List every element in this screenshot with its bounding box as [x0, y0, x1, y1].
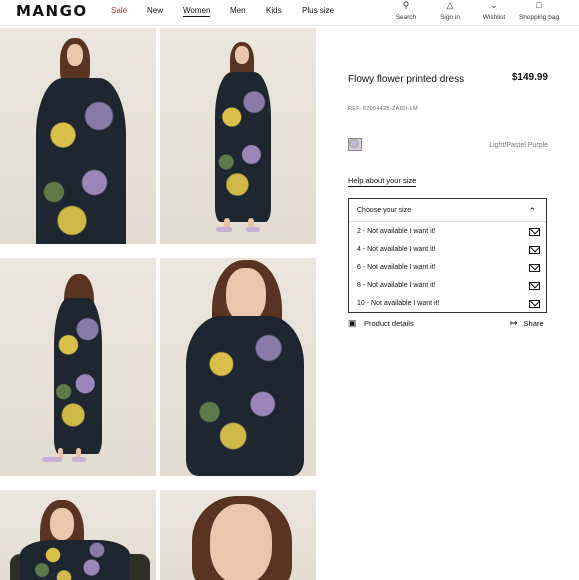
model-face: [50, 508, 74, 540]
shopping-bag-button[interactable]: □ Shopping bag: [511, 0, 567, 21]
color-swatch[interactable]: [348, 138, 362, 151]
product-photo-6[interactable]: [160, 490, 316, 580]
size-option[interactable]: 10 - Not available I want it!: [357, 299, 542, 311]
size-option-label: 8 - Not available I want it!: [357, 282, 436, 289]
logo[interactable]: MANGO: [16, 2, 88, 20]
product-photo-2[interactable]: [160, 28, 316, 244]
chevron-up-icon[interactable]: ⌃: [528, 206, 536, 217]
model-face: [210, 504, 272, 580]
mail-icon[interactable]: [529, 282, 540, 290]
share-label: Share: [523, 319, 544, 328]
size-option-label: 4 - Not available I want it!: [357, 246, 436, 253]
product-details-button[interactable]: ▣ Product details: [348, 318, 414, 329]
product-photo-1[interactable]: [0, 28, 156, 244]
model-dress: [36, 78, 126, 244]
model-dress: [215, 72, 271, 222]
size-option-label: 10 - Not available I want it!: [357, 300, 440, 307]
site-header: MANGO Sale New Women Men Kids Plus size …: [0, 0, 579, 26]
size-option-label: 6 - Not available I want it!: [357, 264, 436, 271]
mail-icon[interactable]: [529, 300, 540, 308]
shopping-bag-label: Shopping bag: [518, 14, 560, 21]
model-shoe: [216, 227, 232, 232]
tshirt-icon: ▣: [348, 318, 357, 328]
product-reference: REF. 67054425-ZAIDI-LM: [348, 106, 418, 112]
model-face: [226, 268, 266, 322]
share-button[interactable]: ↦ Share: [510, 318, 544, 329]
size-help-link[interactable]: Help about your size: [348, 176, 417, 187]
model-shoe: [72, 457, 86, 462]
size-selector[interactable]: Choose your size ⌃ 2 - Not available I w…: [348, 198, 547, 313]
size-option[interactable]: 2 - Not available I want it!: [357, 227, 542, 239]
model-dress: [20, 540, 130, 580]
mail-icon[interactable]: [529, 264, 540, 272]
product-photo-3[interactable]: [0, 258, 156, 476]
product-price: $149.99: [511, 72, 548, 83]
divider: [349, 221, 546, 222]
product-photo-4[interactable]: [160, 258, 316, 476]
size-option-label: 2 - Not available I want it!: [357, 228, 436, 235]
share-icon: ↦: [510, 318, 518, 328]
nav-new[interactable]: New: [147, 6, 163, 15]
size-option[interactable]: 8 - Not available I want it!: [357, 281, 542, 293]
nav-sale[interactable]: Sale: [111, 6, 127, 15]
model-dress: [54, 298, 102, 454]
model-face: [67, 44, 83, 66]
model-dress: [186, 316, 304, 476]
size-selector-label: Choose your size: [357, 207, 412, 214]
bag-icon: □: [536, 0, 542, 10]
size-option[interactable]: 6 - Not available I want it!: [357, 263, 542, 275]
mail-icon[interactable]: [529, 246, 540, 254]
color-name: Light/Pastel Purple: [489, 142, 548, 149]
nav-women[interactable]: Women: [183, 6, 211, 17]
nav-men[interactable]: Men: [230, 6, 246, 15]
product-photo-5[interactable]: [0, 490, 156, 580]
model-face: [235, 46, 249, 64]
model-shoe: [42, 457, 62, 462]
size-option[interactable]: 4 - Not available I want it!: [357, 245, 542, 257]
nav-kids[interactable]: Kids: [266, 6, 282, 15]
model-shoe: [246, 227, 260, 232]
product-details-label: Product details: [364, 319, 414, 328]
mail-icon[interactable]: [529, 228, 540, 236]
nav-plus-size[interactable]: Plus size: [302, 6, 334, 15]
product-title: Flowy flower printed dress: [348, 74, 465, 85]
